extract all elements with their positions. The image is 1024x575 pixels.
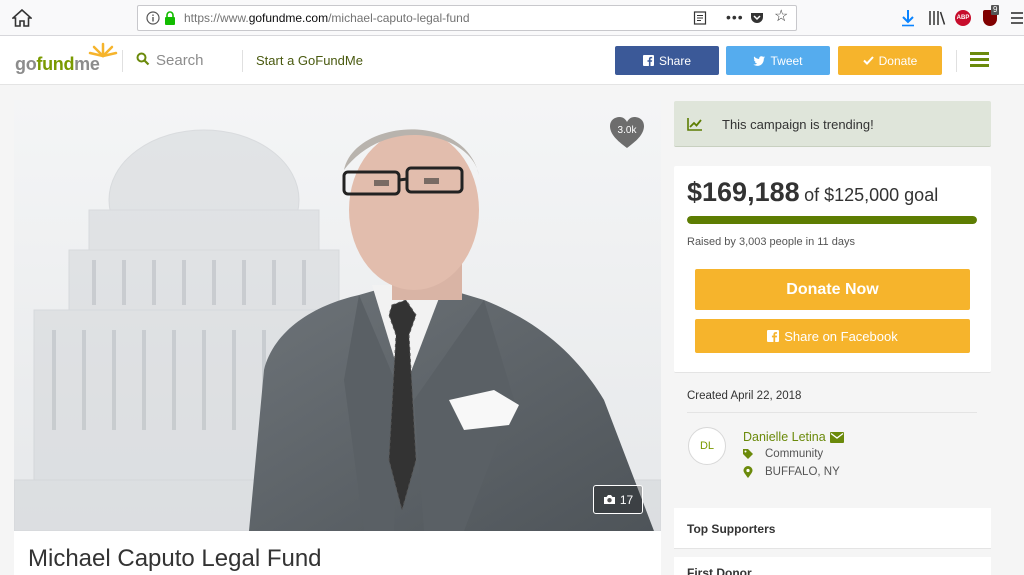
browser-menu-icon[interactable] <box>1010 10 1024 26</box>
amount-raised: $169,188 of $125,000 goal <box>687 177 938 208</box>
page-actions-icon[interactable]: ••• <box>726 9 744 25</box>
trending-banner: This campaign is trending! <box>674 101 991 147</box>
map-pin-icon <box>743 466 753 478</box>
header-divider <box>122 50 123 72</box>
browser-toolbar: https://www.gofundme.com/michael-caputo-… <box>0 0 1024 36</box>
tweet-label: Tweet <box>770 53 803 68</box>
logo-me: me <box>74 54 100 74</box>
gofundme-logo[interactable]: gofundme <box>15 42 118 78</box>
lock-icon[interactable] <box>164 11 176 25</box>
search-icon[interactable] <box>136 52 150 66</box>
top-supporters-card: Top Supporters <box>674 508 991 549</box>
url-path: /michael-caputo-legal-fund <box>328 11 470 25</box>
heart-count: 3.0k <box>617 125 637 136</box>
start-gofundme-link[interactable]: Start a GoFundMe <box>256 53 363 68</box>
organizer-name-text: Danielle Letina <box>743 430 826 444</box>
organizer-location: BUFFALO, NY <box>743 466 840 478</box>
first-donor-heading: First Donor <box>687 566 752 575</box>
share-on-facebook-button[interactable]: Share on Facebook <box>695 319 970 353</box>
camera-icon <box>603 495 615 504</box>
tweet-button[interactable]: Tweet <box>726 46 830 75</box>
url-host: gofundme.com <box>248 11 329 25</box>
title-card: Michael Caputo Legal Fund <box>14 531 661 575</box>
reader-view-icon[interactable] <box>693 11 707 25</box>
info-icon[interactable] <box>146 11 160 25</box>
donate-now-button[interactable]: Donate Now <box>695 269 970 310</box>
tag-icon <box>743 449 753 459</box>
adblock-plus-icon[interactable]: ABP <box>955 10 971 26</box>
search-link[interactable]: Search <box>156 52 204 69</box>
address-bar[interactable]: https://www.gofundme.com/michael-caputo-… <box>137 5 797 31</box>
twitter-icon <box>753 55 766 66</box>
organizer-name[interactable]: Danielle Letina <box>743 430 844 444</box>
trending-chart-icon <box>687 118 702 131</box>
logo-go: go <box>15 54 37 74</box>
donation-card: $169,188 of $125,000 goal Raised by 3,00… <box>674 166 991 373</box>
donate-label: Donate <box>878 53 918 68</box>
share-label: Share <box>658 53 692 68</box>
heart-button[interactable]: 3.0k <box>609 116 645 150</box>
photo-count: 17 <box>619 492 634 507</box>
campaign-title: Michael Caputo Legal Fund <box>28 545 322 572</box>
header-divider <box>242 50 243 72</box>
campaign-photo[interactable]: 3.0k 17 <box>14 100 661 531</box>
facebook-icon <box>767 330 780 342</box>
share-button[interactable]: Share <box>615 46 719 75</box>
donate-button[interactable]: Donate <box>838 46 942 75</box>
download-icon[interactable] <box>900 9 916 27</box>
progress-bar <box>687 216 977 224</box>
first-donor-card: First Donor <box>674 557 991 575</box>
facebook-icon <box>642 55 654 66</box>
organizer-avatar[interactable]: DL <box>688 427 726 465</box>
organizer-category: Community <box>743 448 823 460</box>
envelope-icon[interactable] <box>829 431 844 443</box>
url-scheme: https://www. <box>184 11 249 25</box>
top-supporters-heading: Top Supporters <box>687 522 776 536</box>
url-text[interactable]: https://www.gofundme.com/michael-caputo-… <box>184 11 470 25</box>
header-divider <box>956 50 957 72</box>
location-text: BUFFALO, NY <box>765 466 840 478</box>
library-icon[interactable] <box>928 10 946 26</box>
pocket-icon[interactable] <box>750 11 764 25</box>
checkmark-icon <box>862 56 874 65</box>
category-text[interactable]: Community <box>765 448 823 460</box>
site-header: gofundme Search Start a GoFundMe Share T… <box>0 36 1024 85</box>
trending-text: This campaign is trending! <box>722 117 874 132</box>
hamburger-menu-icon[interactable] <box>970 52 989 67</box>
logo-fund: fund <box>36 54 75 74</box>
campaign-photo-image <box>14 100 661 531</box>
created-date: Created April 22, 2018 <box>687 390 802 402</box>
progress-fill <box>687 216 977 224</box>
bookmark-star-icon[interactable]: ☆ <box>774 9 788 25</box>
raised-by-text: Raised by 3,003 people in 11 days <box>687 236 855 248</box>
photo-gallery-button[interactable]: 17 <box>593 485 643 514</box>
divider <box>687 412 977 413</box>
home-icon[interactable] <box>12 9 32 27</box>
ublock-badge: 9 <box>991 5 1000 15</box>
raised-amount: $169,188 <box>687 177 800 207</box>
logo-wordmark: gofundme <box>15 54 100 75</box>
goal-text: of $125,000 goal <box>804 185 939 205</box>
share-on-facebook-label: Share on Facebook <box>784 328 898 344</box>
